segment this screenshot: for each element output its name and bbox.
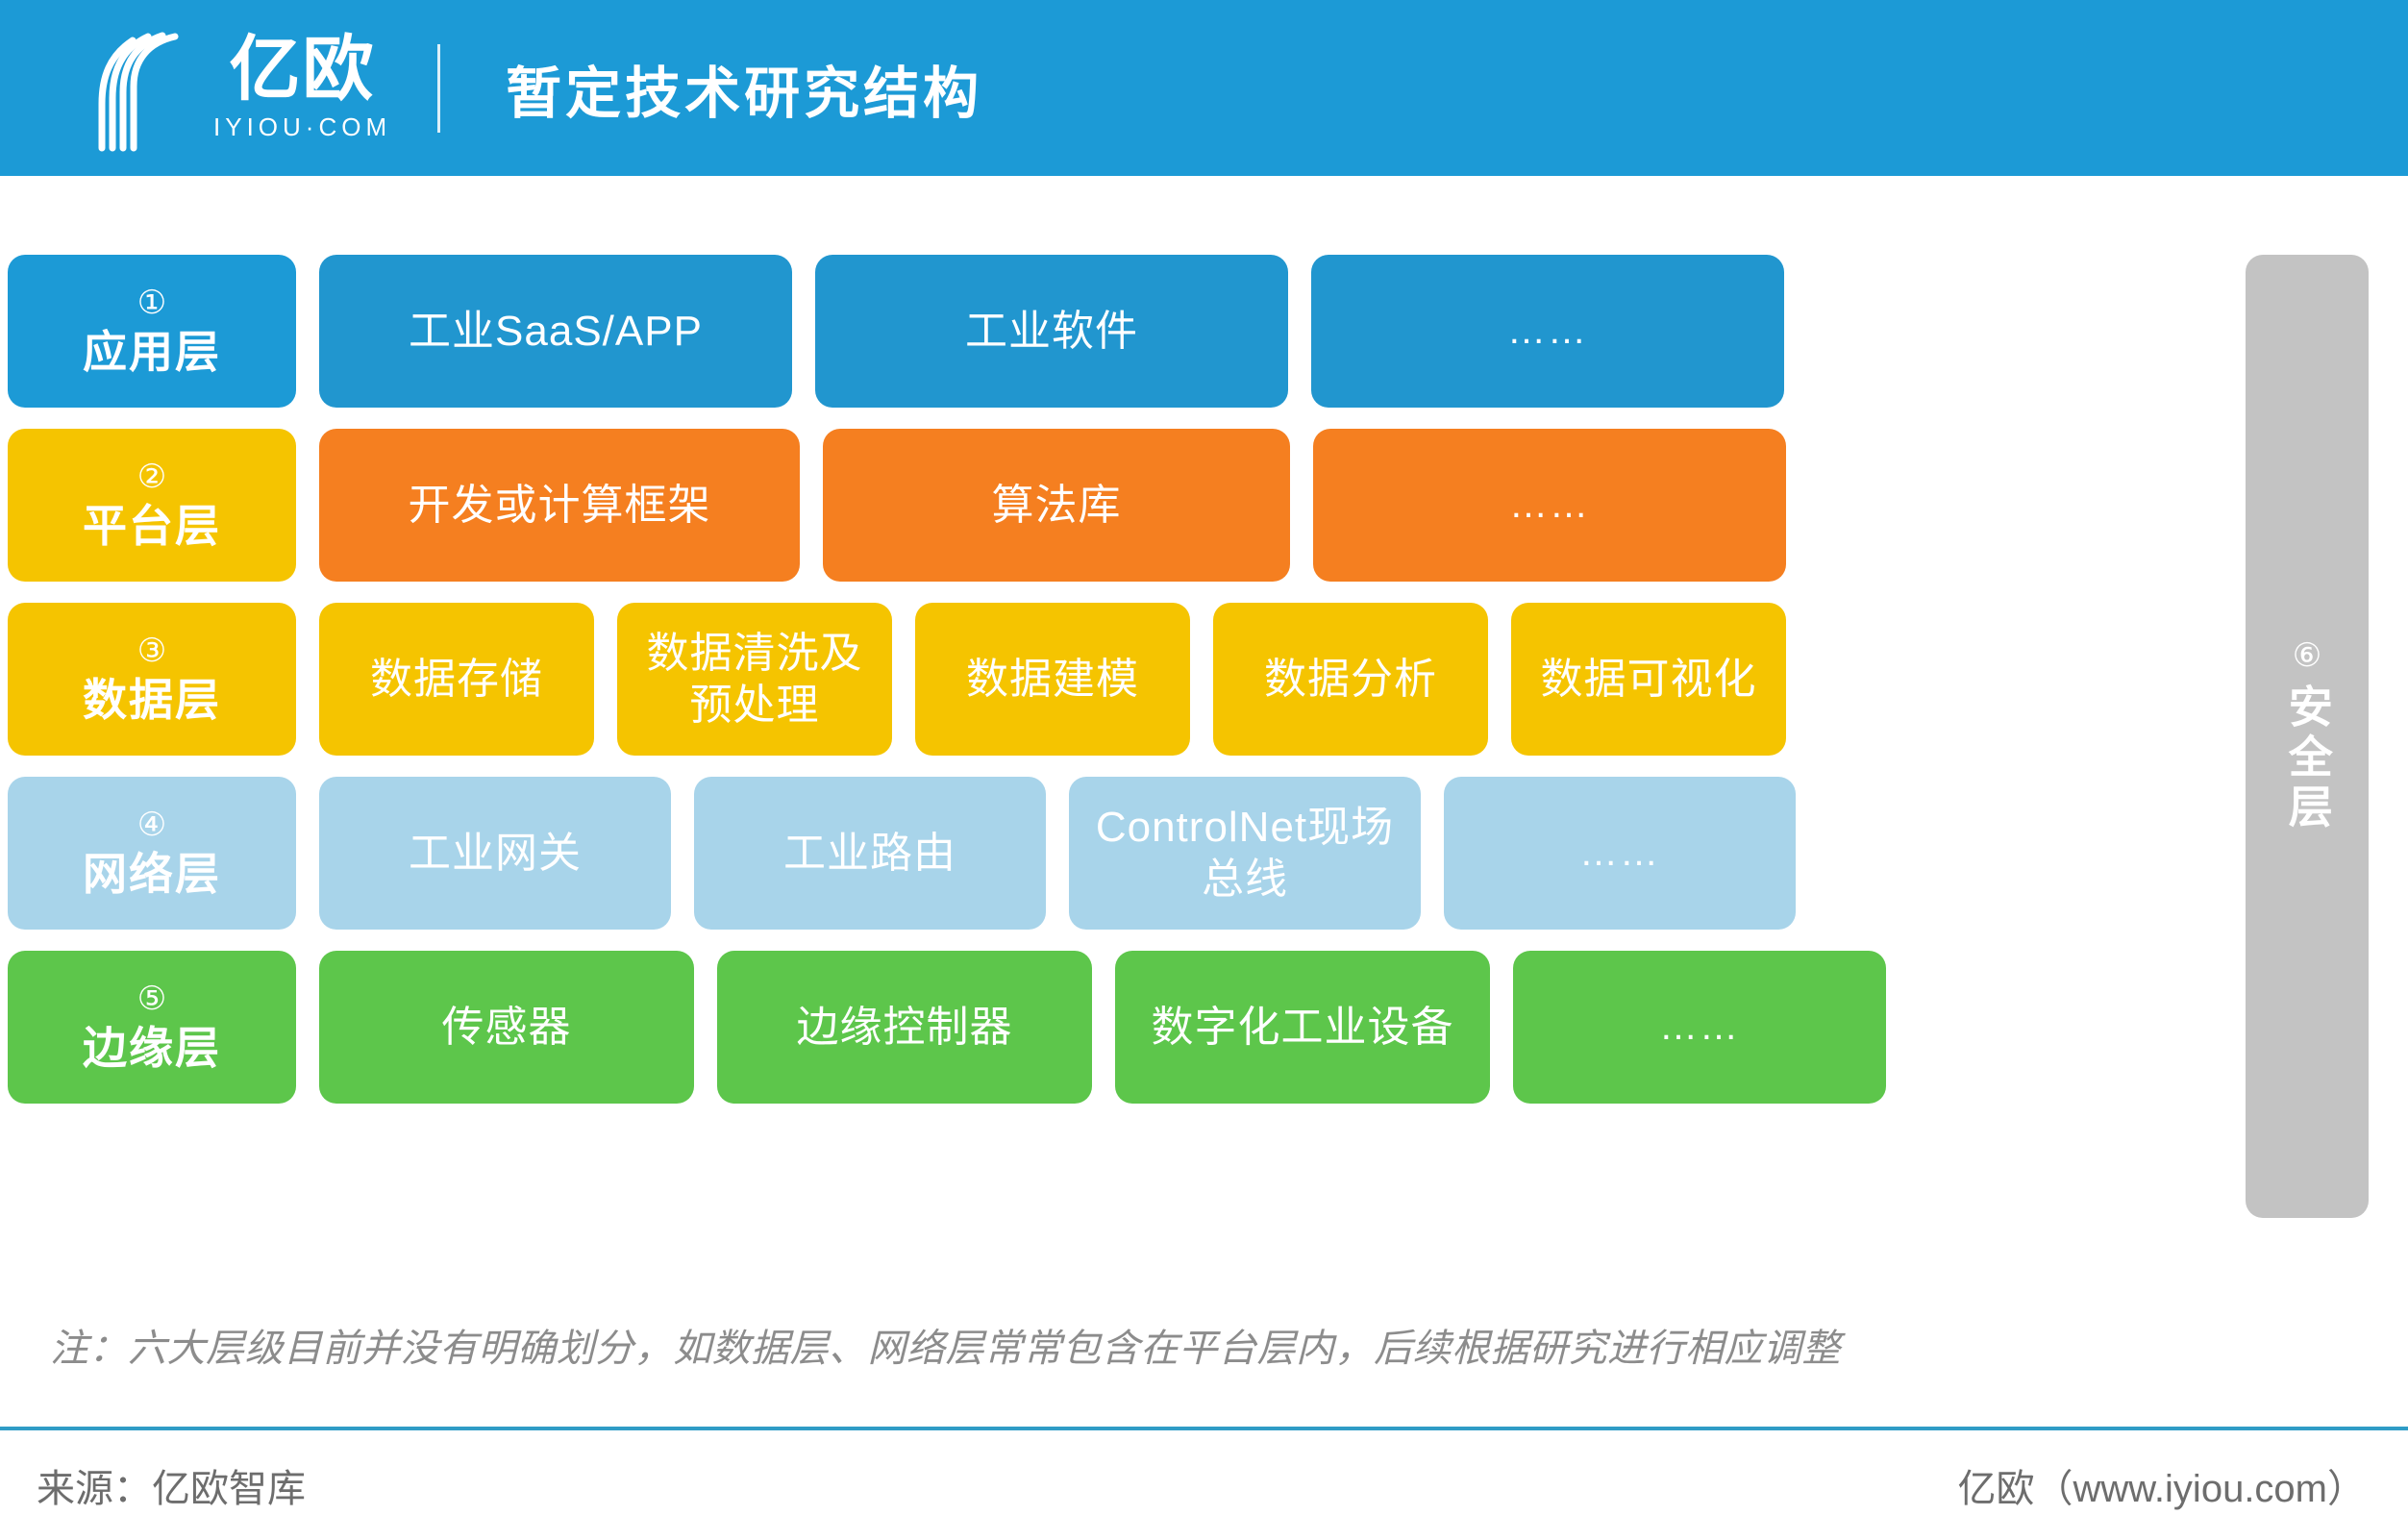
layer-item[interactable]: 边缘控制器	[717, 951, 1092, 1104]
brand-name-cn: 亿欧	[229, 29, 376, 109]
layer-label-4[interactable]: ④ 网络层	[8, 777, 296, 930]
page-header: 亿欧 IYIOU·COM 暂定技术研究结构	[0, 0, 2408, 176]
layer-rows: ① 应用层 工业SaaS/APP 工业软件 …… ② 平台层 开发或计算框架 算法库 …… ③ 数据层…	[8, 255, 2209, 1104]
layer-item-label: 数字化工业设备	[1151, 1003, 1454, 1051]
layer-row: ① 应用层 工业SaaS/APP 工业软件 ……	[8, 255, 2209, 408]
iyiou-sprout-logo-icon	[67, 25, 200, 152]
layer-name: 数据层	[83, 675, 221, 726]
layer-label-3[interactable]: ③ 数据层	[8, 603, 296, 756]
layer-item[interactable]: ControlNet现场总线	[1069, 777, 1421, 930]
layer-item-label: ……	[1659, 1006, 1740, 1049]
layer-item-label: 数据清洗及预处理	[646, 629, 863, 729]
source-label: 来源：亿欧智库	[37, 1468, 306, 1510]
layer-name: 平台层	[83, 501, 221, 552]
brand-wordmark: 亿欧 IYIOU·COM	[213, 34, 391, 142]
layer-item[interactable]: ……	[1513, 951, 1886, 1104]
layer-item[interactable]: 开发或计算框架	[319, 429, 800, 582]
layer-item[interactable]: 数据存储	[319, 603, 594, 756]
layer-item[interactable]: 数据可视化	[1511, 603, 1786, 756]
layer-item[interactable]: 数据分析	[1213, 603, 1488, 756]
layer-item-label: ControlNet现场总线	[1095, 803, 1395, 903]
security-layer-label: 安全层	[2282, 683, 2333, 833]
layer-item-label: 数据分析	[1264, 655, 1437, 703]
layer-item[interactable]: 工业网关	[319, 777, 671, 930]
brand-logo: 亿欧 IYIOU·COM	[67, 25, 391, 152]
layer-row: ④ 网络层 工业网关 工业路由 ControlNet现场总线 ……	[8, 777, 2209, 930]
layer-row: ② 平台层 开发或计算框架 算法库 ……	[8, 429, 2209, 582]
layer-number: ⑤	[137, 981, 167, 1018]
architecture-diagram: ① 应用层 工业SaaS/APP 工业软件 …… ② 平台层 开发或计算框架 算法库 …… ③ 数据层…	[0, 176, 2408, 1260]
layer-item-label: 数据可视化	[1540, 655, 1757, 703]
security-layer-number: ⑥	[2292, 637, 2322, 674]
layer-item[interactable]: 工业SaaS/APP	[319, 255, 792, 408]
diagram-note: 注：六大层级目前并没有明确划分，如数据层、网络层常常包含在平台层内，后续根据研究…	[0, 1293, 2408, 1397]
layer-item[interactable]: 数字化工业设备	[1115, 951, 1490, 1104]
layer-item[interactable]: 数据建模	[915, 603, 1190, 756]
page-title: 暂定技术研究结构	[506, 62, 983, 125]
layer-item-label: ……	[1579, 832, 1660, 875]
security-layer-column: ⑥ 安全层	[2246, 255, 2369, 1218]
layer-item-label: 工业网关	[409, 829, 582, 877]
layer-name: 应用层	[83, 327, 221, 378]
layer-item-label: 工业路由	[783, 829, 956, 877]
layer-item-label: 工业SaaS/APP	[409, 307, 703, 355]
layer-item-label: 算法库	[991, 481, 1122, 529]
layer-item-label: 工业软件	[965, 307, 1138, 355]
layer-item-label: 传感器	[441, 1003, 572, 1051]
layer-label-5[interactable]: ⑤ 边缘层	[8, 951, 296, 1104]
layer-item-label: 数据存储	[370, 655, 543, 703]
layer-item[interactable]: ……	[1313, 429, 1786, 582]
layer-row: ⑤ 边缘层 传感器 边缘控制器 数字化工业设备 ……	[8, 951, 2209, 1104]
layer-label-1[interactable]: ① 应用层	[8, 255, 296, 408]
note-text: 注：六大层级目前并没有明确划分，如数据层、网络层常常包含在平台层内，后续根据研究…	[50, 1328, 1841, 1370]
layer-item-label: 数据建模	[966, 655, 1139, 703]
header-divider	[437, 43, 441, 133]
site-label: 亿欧（www.iyiou.com）	[1957, 1468, 2366, 1510]
layer-number: ③	[137, 633, 167, 670]
layer-number: ①	[137, 285, 167, 322]
layer-number: ②	[137, 459, 167, 496]
layer-item[interactable]: 数据清洗及预处理	[617, 603, 892, 756]
layer-item[interactable]: 算法库	[823, 429, 1290, 582]
layer-label-2[interactable]: ② 平台层	[8, 429, 296, 582]
layer-item[interactable]: ……	[1311, 255, 1784, 408]
brand-name-en: IYIOU·COM	[213, 112, 392, 141]
page-footer: 来源：亿欧智库 亿欧（www.iyiou.com）	[0, 1430, 2408, 1540]
layer-item[interactable]: ……	[1444, 777, 1796, 930]
layer-item[interactable]: 工业路由	[694, 777, 1046, 930]
layer-item[interactable]: 传感器	[319, 951, 694, 1104]
layer-item-label: ……	[1507, 310, 1588, 353]
layer-name: 网络层	[83, 849, 221, 900]
layer-item-label: 边缘控制器	[796, 1003, 1013, 1051]
layer-row: ③ 数据层 数据存储 数据清洗及预处理 数据建模 数据分析 数据可视化	[8, 603, 2209, 756]
layer-item[interactable]: 工业软件	[815, 255, 1288, 408]
layer-name: 边缘层	[83, 1023, 221, 1074]
layer-item-label: 开发或计算框架	[408, 481, 711, 529]
layer-item-label: ……	[1509, 484, 1590, 527]
layer-number: ④	[137, 807, 167, 844]
